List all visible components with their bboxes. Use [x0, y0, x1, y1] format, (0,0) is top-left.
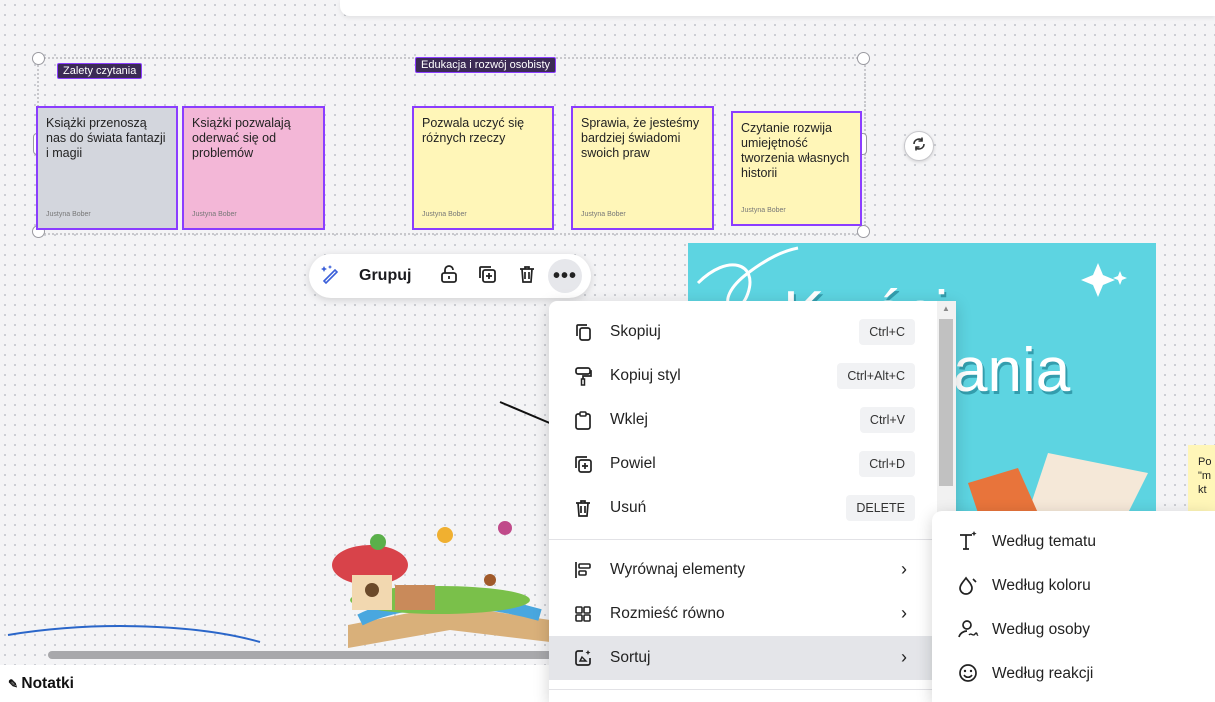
more-icon: ••• — [552, 264, 577, 287]
poster-title-line: ania — [953, 336, 1071, 405]
rotate-icon — [911, 136, 927, 157]
copy-icon — [571, 321, 595, 343]
menu-item-duplicate[interactable]: Powiel Ctrl+D — [549, 442, 937, 486]
group-button[interactable]: Grupuj — [359, 267, 411, 285]
shortcut-badge: Ctrl+D — [859, 451, 915, 477]
grid-icon — [571, 603, 595, 625]
tag-label[interactable]: Edukacja i rozwój osobisty — [415, 57, 557, 73]
delete-button[interactable] — [515, 264, 539, 288]
selection-toolbar: Grupuj ••• — [309, 254, 591, 298]
canvas-drawings — [7, 401, 553, 648]
lock-icon — [439, 264, 459, 289]
duplicate-icon — [477, 264, 497, 289]
sticky-note[interactable]: Pozwala uczyć się różnych rzeczy Justyna… — [412, 106, 554, 230]
top-bar — [340, 0, 1215, 16]
note-text: Pozwala uczyć się różnych rzeczy — [422, 116, 525, 145]
person-icon — [956, 618, 980, 640]
trash-icon — [517, 264, 537, 289]
horizontal-scrollbar[interactable] — [48, 651, 553, 659]
note-text: Książki przenoszą nas do świata fantazji… — [46, 116, 166, 160]
pencil-icon: ✎ — [8, 677, 22, 691]
note-text: Po — [1198, 456, 1212, 468]
resize-handle-top-right[interactable] — [857, 52, 870, 65]
text-sparkle-icon — [956, 530, 980, 552]
note-text: "m — [1198, 470, 1212, 482]
clipboard-icon — [571, 409, 595, 431]
sort-icon — [571, 647, 595, 669]
notes-bar[interactable]: ✎ Notatki — [0, 665, 560, 702]
menu-item-paste[interactable]: Wklej Ctrl+V — [549, 398, 937, 442]
menu-scrollbar-thumb[interactable] — [939, 319, 953, 486]
rotate-button[interactable] — [904, 131, 934, 161]
resize-handle-bottom-right[interactable] — [857, 225, 870, 238]
shortcut-badge: DELETE — [846, 495, 915, 521]
sticky-note[interactable]: Sprawia, że jesteśmy bardziej świadomi s… — [571, 106, 714, 230]
menu-item-align[interactable]: Wyrównaj elementy › — [549, 548, 937, 592]
paint-roller-icon — [571, 365, 595, 387]
magic-edit-button[interactable] — [319, 264, 343, 288]
sort-submenu: Według tematu Według koloru Według osoby… — [932, 511, 1215, 702]
note-text: Sprawia, że jesteśmy bardziej świadomi s… — [581, 116, 700, 160]
droplet-icon — [956, 574, 980, 596]
lock-button[interactable] — [437, 264, 461, 288]
scroll-up-arrow-icon[interactable]: ▲ — [942, 304, 950, 313]
menu-item-distribute[interactable]: Rozmieść równo › — [549, 592, 937, 636]
submenu-item-by-color[interactable]: Według koloru — [932, 563, 1215, 607]
shortcut-badge: Ctrl+Alt+C — [837, 363, 915, 389]
note-text: Czytanie rozwija umiejętność tworzenia w… — [741, 121, 850, 180]
submenu-item-by-reaction[interactable]: Według reakcji — [932, 651, 1215, 695]
note-author: Justyna Bober — [192, 211, 237, 218]
shortcut-badge: Ctrl+C — [859, 319, 915, 345]
context-menu: Skopiuj Ctrl+C Kopiuj styl Ctrl+Alt+C Wk… — [549, 301, 956, 702]
sticky-note[interactable]: Po "m kt — [1188, 445, 1215, 515]
menu-divider — [549, 689, 937, 690]
chevron-right-icon: › — [901, 647, 907, 667]
more-options-button[interactable]: ••• — [548, 259, 582, 293]
notes-label[interactable]: ✎ Notatki — [8, 675, 74, 693]
menu-item-copy[interactable]: Skopiuj Ctrl+C — [549, 310, 937, 354]
tag-label[interactable]: Zalety czytania — [57, 63, 143, 79]
note-author: Justyna Bober — [581, 211, 626, 218]
sticky-note[interactable]: Książki pozwalają oderwać się od problem… — [182, 106, 325, 230]
sticky-note[interactable]: Czytanie rozwija umiejętność tworzenia w… — [731, 111, 862, 226]
resize-handle-top-left[interactable] — [32, 52, 45, 65]
submenu-item-by-person[interactable]: Według osoby — [932, 607, 1215, 651]
menu-divider — [549, 539, 937, 540]
align-icon — [571, 559, 595, 581]
note-author: Justyna Bober — [422, 211, 467, 218]
menu-item-delete[interactable]: Usuń DELETE — [549, 486, 937, 530]
magic-pen-icon — [320, 263, 342, 290]
note-author: Justyna Bober — [741, 207, 786, 214]
duplicate-icon — [571, 453, 595, 475]
note-author: Justyna Bober — [46, 211, 91, 218]
book-illustration — [332, 521, 550, 648]
menu-item-sort[interactable]: Sortuj › — [549, 636, 937, 680]
shortcut-badge: Ctrl+V — [859, 407, 915, 433]
note-text: Książki pozwalają oderwać się od problem… — [192, 116, 291, 160]
smiley-icon — [956, 662, 980, 684]
chevron-right-icon: › — [901, 559, 907, 579]
menu-item-copy-style[interactable]: Kopiuj styl Ctrl+Alt+C — [549, 354, 937, 398]
note-text: kt — [1198, 484, 1207, 496]
sticky-note[interactable]: Książki przenoszą nas do świata fantazji… — [36, 106, 178, 230]
submenu-item-by-topic[interactable]: Według tematu — [932, 519, 1215, 563]
duplicate-button[interactable] — [475, 264, 499, 288]
chevron-right-icon: › — [901, 603, 907, 623]
trash-icon — [571, 497, 595, 519]
